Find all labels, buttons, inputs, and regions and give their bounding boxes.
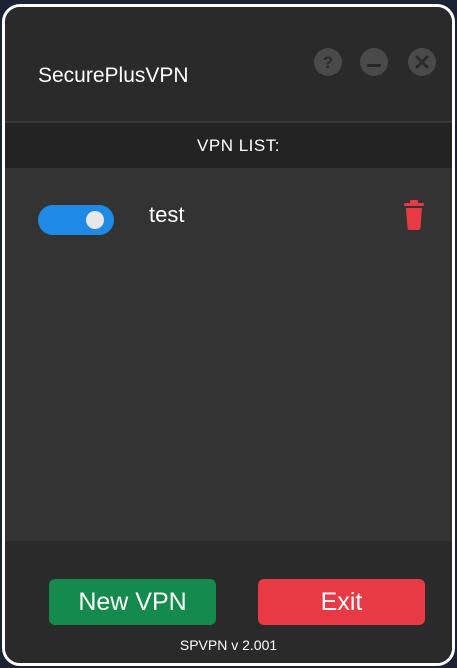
title-bar: SecurePlusVPN ? (5, 7, 452, 121)
vpn-list-header: VPN LIST: (5, 123, 452, 168)
minimize-icon (367, 64, 381, 67)
new-vpn-button[interactable]: New VPN (49, 579, 216, 625)
help-button[interactable]: ? (314, 48, 342, 76)
vpn-list-title: VPN LIST: (197, 136, 280, 155)
app-title: SecurePlusVPN (38, 64, 189, 87)
version-label: SPVPN v 2.001 (179, 637, 278, 653)
vpn-name: test (149, 202, 185, 227)
svg-text:?: ? (323, 53, 333, 72)
vpn-list: test (5, 168, 452, 541)
vpn-enable-toggle[interactable] (38, 205, 114, 235)
question-icon: ? (323, 53, 333, 72)
close-button[interactable] (408, 48, 436, 76)
exit-button[interactable]: Exit (258, 579, 425, 625)
trash-icon[interactable] (402, 200, 426, 230)
minimize-button[interactable] (360, 48, 388, 76)
vpn-list-item: test (5, 190, 452, 246)
toggle-knob (86, 211, 104, 229)
close-icon (415, 55, 429, 69)
app-window: SecurePlusVPN ? VPN LIST: test New VPN E… (2, 4, 455, 666)
footer: New VPN Exit SPVPN v 2.001 (5, 541, 452, 663)
